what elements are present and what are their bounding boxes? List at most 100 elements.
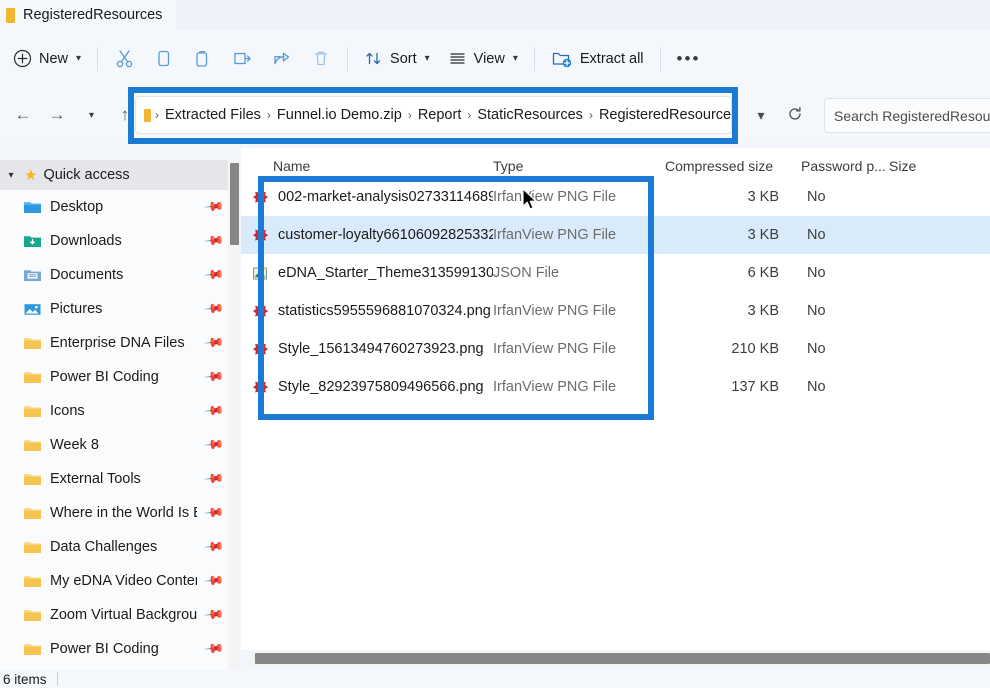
extract-all-button[interactable]: Extract all xyxy=(542,42,653,76)
file-list-horizontal-scrollbar-thumb[interactable] xyxy=(255,653,990,664)
sidebar-item-icons[interactable]: Icons 📌 xyxy=(0,394,228,428)
item-count-label: 6 items xyxy=(3,671,47,687)
refresh-button[interactable] xyxy=(778,98,812,132)
pin-icon[interactable]: 📌 xyxy=(203,366,225,389)
search-input[interactable]: Search RegisteredResources xyxy=(824,98,990,133)
recent-locations-button[interactable]: ▾ xyxy=(74,98,108,132)
sidebar-item-external-tools[interactable]: External Tools 📌 xyxy=(0,462,228,496)
pin-icon[interactable]: 📌 xyxy=(203,570,225,593)
column-header-size[interactable]: Size xyxy=(889,158,949,174)
back-button[interactable]: ← xyxy=(6,98,40,132)
paste-button[interactable] xyxy=(183,42,222,76)
table-row[interactable]: Style_82923975809496566.png IrfanView PN… xyxy=(241,368,990,406)
view-button[interactable]: View ▾ xyxy=(439,42,527,76)
copy-button[interactable] xyxy=(144,42,183,76)
sidebar-item-enterprise-dna-files[interactable]: Enterprise DNA Files 📌 xyxy=(0,326,228,360)
sidebar-item-downloads[interactable]: Downloads 📌 xyxy=(0,224,228,258)
file-password-protected: No xyxy=(807,189,826,205)
sidebar-item-where-in-the-world-is-enterprise[interactable]: Where in the World Is Enterpr 📌 xyxy=(0,496,228,530)
breadcrumb-item-funnel-io-demo-zip[interactable]: Funnel.io Demo.zip xyxy=(273,105,406,125)
column-headers: Name Type Compressed size Password p... … xyxy=(241,148,990,178)
pin-icon[interactable]: 📌 xyxy=(203,230,225,253)
file-name: Style_15613494760273923.png xyxy=(278,341,484,357)
pin-icon[interactable]: 📌 xyxy=(203,332,225,355)
pin-icon[interactable]: 📌 xyxy=(203,638,225,661)
chevron-down-icon: ▾ xyxy=(76,53,82,64)
sidebar-item-label: Pictures xyxy=(50,301,103,317)
pictures-folder-icon xyxy=(24,302,41,316)
pin-icon[interactable]: 📌 xyxy=(203,604,225,627)
cut-button[interactable] xyxy=(105,42,144,76)
forward-button[interactable]: → xyxy=(40,98,74,132)
pin-icon[interactable]: 📌 xyxy=(203,502,225,525)
address-history-button[interactable]: ▾ xyxy=(744,98,778,132)
breadcrumb-item-extracted-files[interactable]: Extracted Files xyxy=(161,105,265,125)
sidebar-item-my-edna-video-content[interactable]: My eDNA Video Content 📌 xyxy=(0,564,228,598)
table-row[interactable]: customer-loyalty66106092825332... IrfanV… xyxy=(241,216,990,254)
downloads-folder-icon xyxy=(24,234,41,248)
table-row[interactable]: eDNA_Starter_Theme31359913017... JSON Fi… xyxy=(241,254,990,292)
chevron-down-icon[interactable]: ▾ xyxy=(4,170,18,181)
column-header-password-protected[interactable]: Password p... xyxy=(801,158,889,174)
sort-button[interactable]: Sort ▾ xyxy=(355,42,439,76)
pin-icon[interactable]: 📌 xyxy=(203,196,225,219)
column-header-type[interactable]: Type xyxy=(493,158,665,174)
pin-icon[interactable]: 📌 xyxy=(203,434,225,457)
toolbar-divider xyxy=(659,46,661,71)
sidebar-item-week-8[interactable]: Week 8 📌 xyxy=(0,428,228,462)
pin-icon[interactable]: 📌 xyxy=(203,536,225,559)
sidebar-item-pictures[interactable]: Pictures 📌 xyxy=(0,292,228,326)
scissors-icon xyxy=(114,48,135,69)
sidebar-item-label: Desktop xyxy=(50,199,104,215)
column-header-name[interactable]: Name xyxy=(241,158,493,174)
column-header-compressed-size[interactable]: Compressed size xyxy=(665,158,801,174)
pin-icon[interactable]: 📌 xyxy=(203,468,225,491)
folder-icon xyxy=(24,574,41,588)
sidebar-scrollbar-thumb[interactable] xyxy=(230,163,239,245)
breadcrumb-item-staticresources[interactable]: StaticResources xyxy=(473,105,587,125)
pin-icon[interactable]: 📌 xyxy=(203,264,225,287)
folder-icon xyxy=(24,404,41,418)
delete-button[interactable] xyxy=(302,42,340,76)
folder-icon xyxy=(24,540,41,554)
new-label: New xyxy=(39,50,69,67)
sidebar-item-label: My eDNA Video Content xyxy=(50,573,197,589)
pin-icon[interactable]: 📌 xyxy=(203,298,225,321)
address-bar[interactable]: › Extracted Files › Funnel.io Demo.zip ›… xyxy=(135,96,732,134)
pin-icon[interactable]: 📌 xyxy=(203,400,225,423)
folder-icon xyxy=(24,472,41,486)
sidebar-item-desktop[interactable]: Desktop 📌 xyxy=(0,190,228,224)
share-button[interactable] xyxy=(262,42,302,76)
forward-arrow-icon: → xyxy=(48,105,66,124)
more-options-button[interactable]: ••• xyxy=(668,42,710,76)
tab-registeredresources[interactable]: RegisteredResources xyxy=(0,0,177,30)
file-name: eDNA_Starter_Theme31359913017... xyxy=(278,265,493,281)
rename-button[interactable] xyxy=(222,42,262,76)
folder-icon xyxy=(144,108,151,122)
status-bar: 6 items xyxy=(0,670,990,688)
paste-icon xyxy=(192,48,213,69)
sidebar-item-documents[interactable]: Documents 📌 xyxy=(0,258,228,292)
breadcrumb-item-report[interactable]: Report xyxy=(414,105,466,125)
new-button[interactable]: New ▾ xyxy=(4,42,90,76)
sidebar-item-quick-access[interactable]: ▾ ★ Quick access xyxy=(0,160,228,190)
folder-icon xyxy=(24,438,41,452)
table-row[interactable]: 002-market-analysis02733114689... IrfanV… xyxy=(241,178,990,216)
png-file-icon xyxy=(251,226,270,245)
sidebar-item-label: Documents xyxy=(50,267,124,283)
file-compressed-size: 6 KB xyxy=(747,265,779,281)
sidebar-item-label: Power BI Coding xyxy=(50,369,159,385)
sidebar-item-label: Zoom Virtual Backgrounds xyxy=(50,607,197,623)
table-row[interactable]: Style_15613494760273923.png IrfanView PN… xyxy=(241,330,990,368)
file-name-cell: Style_15613494760273923.png xyxy=(241,340,493,359)
desktop-folder-icon xyxy=(24,200,41,214)
sidebar-item-power-bi-coding-2[interactable]: Power BI Coding 📌 xyxy=(0,632,228,666)
sidebar-item-zoom-virtual-backgrounds[interactable]: Zoom Virtual Backgrounds 📌 xyxy=(0,598,228,632)
breadcrumb-item-registeredresources[interactable]: RegisteredResources xyxy=(595,105,731,125)
sidebar-item-data-challenges[interactable]: Data Challenges 📌 xyxy=(0,530,228,564)
sidebar-item-power-bi-coding[interactable]: Power BI Coding 📌 xyxy=(0,360,228,394)
title-bar: RegisteredResources xyxy=(0,0,990,30)
breadcrumb-separator: › xyxy=(588,108,593,122)
folder-icon xyxy=(24,642,41,656)
table-row[interactable]: statistics5955596881070324.png IrfanView… xyxy=(241,292,990,330)
